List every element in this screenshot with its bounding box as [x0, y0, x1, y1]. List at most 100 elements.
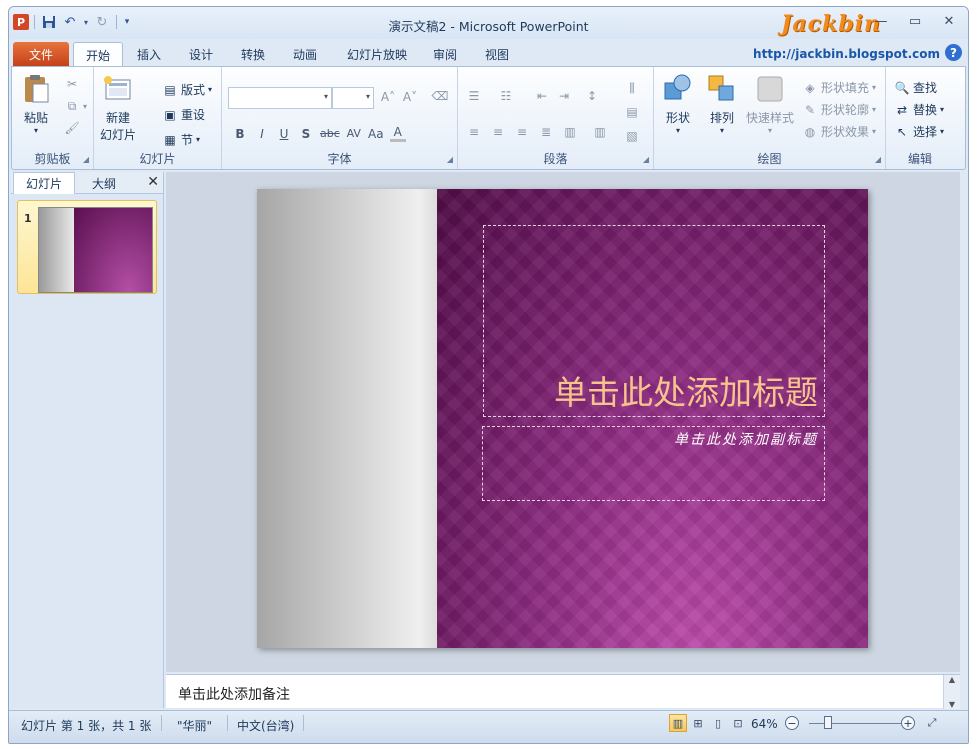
- tab-transitions[interactable]: 转换: [229, 42, 277, 66]
- arrange-icon: [708, 75, 734, 101]
- tab-insert[interactable]: 插入: [125, 42, 173, 66]
- paste-icon: [25, 75, 49, 103]
- tab-home[interactable]: 开始: [73, 42, 124, 67]
- theme-status[interactable]: "华丽": [177, 717, 212, 734]
- layout-button[interactable]: ▤ 版式 ▾: [162, 81, 212, 98]
- maximize-icon[interactable]: ▭: [902, 11, 928, 31]
- fit-to-window-icon[interactable]: ⤢: [923, 714, 941, 732]
- shape-outline-dropdown-icon: ▾: [872, 105, 877, 114]
- justify-button[interactable]: ≣: [538, 125, 554, 139]
- subtitle-placeholder[interactable]: 单击此处添加副标题: [482, 426, 825, 501]
- reset-button[interactable]: ▣ 重设: [162, 106, 205, 123]
- shape-effects-button[interactable]: ◍ 形状效果 ▾: [802, 123, 876, 140]
- paragraph-launcher-icon[interactable]: ◢: [643, 155, 649, 164]
- reading-view-icon[interactable]: ▯: [709, 714, 727, 732]
- format-painter-icon: 🖌: [64, 121, 80, 135]
- arrange-button[interactable]: 排列 ▾: [706, 73, 738, 135]
- zoom-out-icon[interactable]: −: [785, 716, 799, 730]
- bold-button[interactable]: B: [232, 127, 248, 141]
- normal-view-icon[interactable]: ▥: [669, 714, 687, 732]
- align-text-button[interactable]: ▤: [624, 105, 640, 119]
- notes-scrollbar[interactable]: ▲ ▼: [943, 675, 960, 709]
- help-icon[interactable]: ?: [945, 44, 962, 61]
- scroll-down-icon[interactable]: ▼: [949, 700, 955, 709]
- language-status[interactable]: 中文(台湾): [237, 717, 294, 734]
- slide-thumbnail-1[interactable]: 1: [17, 200, 157, 294]
- tab-file[interactable]: 文件: [13, 42, 69, 66]
- tab-outline-panel[interactable]: 大纲: [77, 172, 131, 194]
- drawing-launcher-icon[interactable]: ◢: [875, 155, 881, 164]
- scroll-up-icon[interactable]: ▲: [949, 675, 955, 684]
- status-bar: 幻灯片 第 1 张，共 1 张 "华丽" 中文(台湾) ▥ ⊞ ▯ ⊡ 64% …: [9, 710, 968, 743]
- change-case-button[interactable]: Aa: [368, 127, 384, 141]
- smartart-button[interactable]: ▧: [624, 129, 640, 143]
- format-painter-button[interactable]: 🖌: [64, 121, 80, 135]
- tab-view[interactable]: 视图: [473, 42, 521, 66]
- distributed-button[interactable]: ▥: [562, 125, 578, 139]
- tab-design[interactable]: 设计: [177, 42, 225, 66]
- numbering-button[interactable]: ☷: [498, 89, 514, 103]
- slide-sorter-view-icon[interactable]: ⊞: [689, 714, 707, 732]
- close-icon[interactable]: ✕: [936, 11, 962, 31]
- zoom-slider-thumb[interactable]: [824, 716, 832, 729]
- copy-button[interactable]: ⧉ ▾: [64, 99, 87, 113]
- font-size-select[interactable]: ▾: [332, 87, 374, 109]
- font-launcher-icon[interactable]: ◢: [447, 155, 453, 164]
- shape-outline-button[interactable]: ✎ 形状轮廓 ▾: [802, 101, 876, 118]
- current-slide[interactable]: 单击此处添加标题 单击此处添加副标题: [257, 189, 868, 648]
- title-placeholder[interactable]: 单击此处添加标题: [483, 225, 825, 417]
- align-left-button[interactable]: ≡: [466, 125, 482, 139]
- arrange-label: 排列: [709, 111, 734, 125]
- find-button[interactable]: 🔍 查找: [894, 79, 938, 96]
- copy-dropdown-icon: ▾: [83, 101, 88, 111]
- subtitle-placeholder-text: 单击此处添加副标题: [674, 432, 818, 448]
- font-color-button[interactable]: A: [389, 125, 406, 142]
- title-bar: P ↶ ▾ ↻ ▾ 演示文稿2 - Microsoft PowerPoint J…: [9, 7, 968, 39]
- align-right-icon: ≡: [516, 125, 528, 139]
- slideshow-view-icon[interactable]: ⊡: [729, 714, 747, 732]
- group-label-drawing: 绘图: [757, 152, 782, 166]
- char-spacing-button[interactable]: AV: [346, 127, 362, 140]
- strikethrough-button[interactable]: abc: [320, 127, 340, 140]
- align-center-button[interactable]: ≡: [490, 125, 506, 139]
- grow-font-button[interactable]: A˄: [380, 90, 396, 104]
- underline-button[interactable]: U: [276, 127, 292, 141]
- decrease-indent-button[interactable]: ⇤: [534, 89, 550, 103]
- powerpoint-window: P ↶ ▾ ↻ ▾ 演示文稿2 - Microsoft PowerPoint J…: [8, 6, 969, 744]
- font-family-select[interactable]: ▾: [228, 87, 332, 109]
- slide-thumbnail-number: 1: [24, 212, 32, 225]
- bullets-button[interactable]: ☰: [466, 89, 482, 103]
- close-panel-icon[interactable]: ✕: [147, 174, 159, 190]
- select-button[interactable]: ↖ 选择 ▾: [894, 123, 944, 140]
- new-slide-label-1: 新建: [106, 111, 131, 125]
- replace-button[interactable]: ⇄ 替换 ▾: [894, 101, 944, 118]
- text-shadow-button[interactable]: S: [298, 127, 314, 141]
- shrink-font-button[interactable]: A˅: [402, 90, 418, 104]
- shape-fill-button[interactable]: ◈ 形状填充 ▾: [802, 79, 876, 96]
- cut-button[interactable]: ✂: [64, 77, 80, 91]
- clear-format-button[interactable]: ⌫: [432, 89, 449, 103]
- paste-button[interactable]: 粘贴 ▾: [20, 73, 52, 135]
- columns-button[interactable]: ▥: [592, 125, 608, 139]
- notes-pane[interactable]: 单击此处添加备注 ▲ ▼: [166, 674, 960, 709]
- tab-slides-panel[interactable]: 幻灯片: [13, 172, 75, 194]
- increase-indent-button[interactable]: ⇥: [556, 89, 572, 103]
- blog-link[interactable]: http://jackbin.blogspot.com: [753, 47, 940, 61]
- align-right-button[interactable]: ≡: [514, 125, 530, 139]
- new-slide-button[interactable]: 新建 幻灯片: [100, 73, 136, 143]
- tab-review[interactable]: 审阅: [421, 42, 469, 66]
- minimize-icon[interactable]: —: [868, 11, 894, 31]
- zoom-in-icon[interactable]: +: [901, 716, 915, 730]
- layout-dropdown-icon: ▾: [208, 85, 213, 94]
- tab-slideshow[interactable]: 幻灯片放映: [335, 42, 419, 66]
- text-direction-button[interactable]: ⫼: [624, 81, 640, 95]
- shapes-button[interactable]: 形状 ▾: [662, 73, 694, 135]
- zoom-level[interactable]: 64%: [751, 717, 778, 731]
- clipboard-launcher-icon[interactable]: ◢: [83, 155, 89, 164]
- quick-styles-button[interactable]: 快速样式 ▾: [746, 73, 794, 135]
- line-spacing-button[interactable]: ↕: [584, 89, 600, 103]
- tab-animations[interactable]: 动画: [281, 42, 329, 66]
- window-controls: — ▭ ✕: [868, 11, 962, 31]
- section-button[interactable]: ▦ 节 ▾: [162, 131, 200, 148]
- italic-button[interactable]: I: [254, 127, 270, 141]
